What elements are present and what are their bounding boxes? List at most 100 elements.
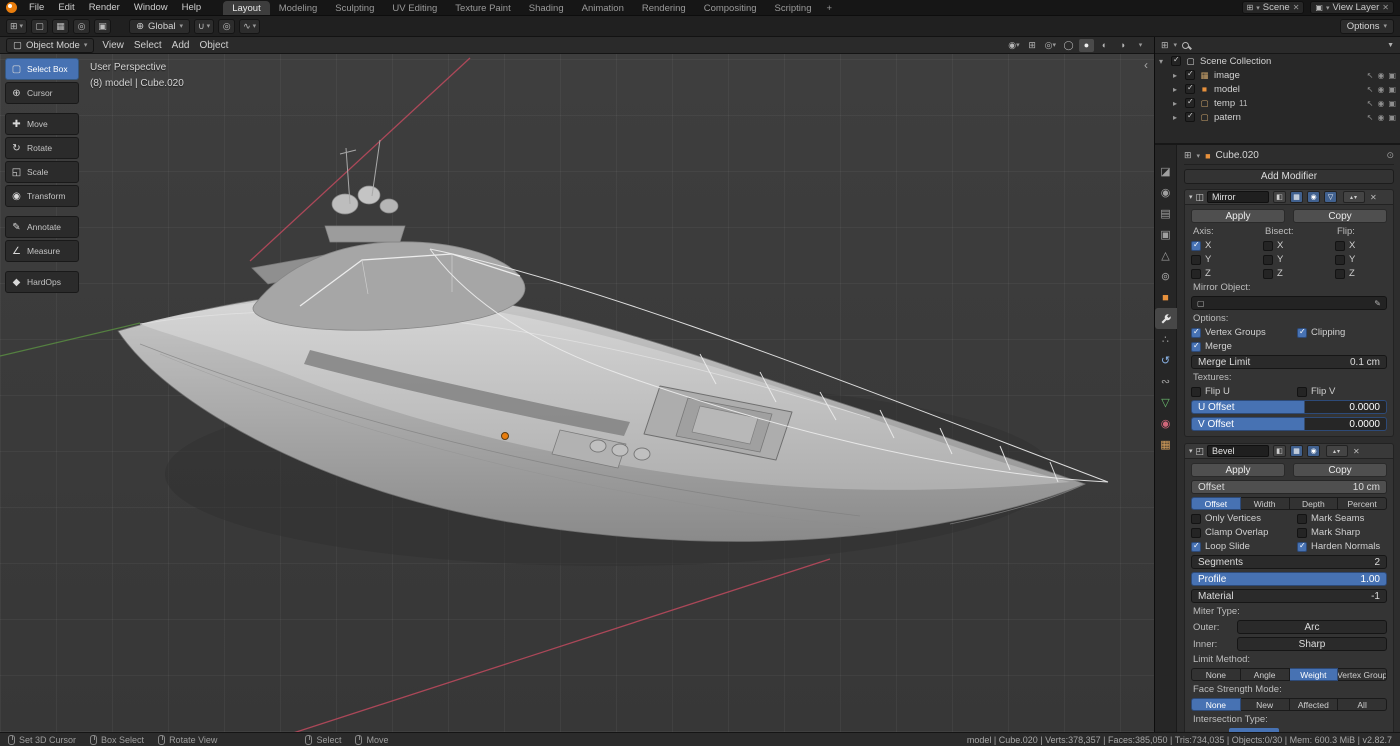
tab-scripting[interactable]: Scripting	[766, 1, 821, 15]
bisect-y-checkbox[interactable]: Y	[1263, 254, 1335, 265]
selectable-icon[interactable]: ↖	[1367, 85, 1374, 94]
collection-checkbox[interactable]	[1185, 98, 1195, 108]
move-modifier-buttons[interactable]: ▴▾	[1343, 191, 1365, 203]
tool-hardops[interactable]: ◆HardOps	[5, 271, 79, 293]
face-strength-affected[interactable]: Affected	[1290, 698, 1339, 711]
selectable-icon[interactable]: ↖	[1367, 113, 1374, 122]
selectable-icon[interactable]: ↖	[1367, 99, 1374, 108]
axis-z-checkbox[interactable]: Z	[1191, 268, 1263, 279]
hide-render-icon[interactable]: ▣	[1388, 71, 1396, 80]
limit-angle[interactable]: Angle	[1241, 668, 1290, 681]
tool-select-box[interactable]: ▢Select Box	[5, 58, 79, 80]
mark-seams-checkbox[interactable]: Mark Seams	[1297, 513, 1387, 524]
editor-type-button[interactable]: ⊞ ▾	[6, 19, 27, 34]
mirror-modifier-header[interactable]: ▾ ◫ Mirror ◧ ▦ ◉ ▽ ▴▾ ✕	[1184, 189, 1394, 205]
tab-modeling[interactable]: Modeling	[270, 1, 327, 15]
tab-scene[interactable]: △	[1155, 245, 1177, 266]
face-strength-new[interactable]: New	[1241, 698, 1290, 711]
modifier-name-field[interactable]: Mirror	[1207, 191, 1269, 203]
viewport-canvas[interactable]: User Perspective (8) model | Cube.020 ‹ …	[0, 54, 1154, 732]
scene-clear-icon[interactable]: ✕	[1293, 3, 1300, 12]
harden-normals-checkbox[interactable]: Harden Normals	[1297, 541, 1387, 552]
editmode-display-toggle[interactable]: ◧	[1273, 445, 1286, 457]
apply-button[interactable]: Apply	[1191, 209, 1285, 223]
vertex-groups-checkbox[interactable]: Vertex Groups	[1191, 327, 1297, 338]
remove-modifier-icon[interactable]: ✕	[1370, 193, 1377, 202]
breadcrumb-object-name[interactable]: Cube.020	[1216, 150, 1259, 161]
menu-file[interactable]: File	[23, 1, 50, 14]
disclosure-icon[interactable]: ▸	[1173, 71, 1181, 80]
width-type-percent[interactable]: Percent	[1338, 497, 1387, 510]
shading-dropdown[interactable]: ▾	[1133, 39, 1148, 52]
bevel-offset-slider[interactable]: Offset 10 cm	[1191, 480, 1387, 494]
tab-compositing[interactable]: Compositing	[695, 1, 766, 15]
move-modifier-buttons[interactable]: ▴▾	[1326, 445, 1348, 457]
merge-checkbox[interactable]: Merge	[1191, 341, 1297, 352]
axis-y-checkbox[interactable]: Y	[1191, 254, 1263, 265]
inner-miter-dropdown[interactable]: Sharp	[1237, 637, 1387, 651]
menu-add[interactable]: Add	[172, 40, 190, 51]
render-display-toggle[interactable]: ◉	[1307, 445, 1320, 457]
outliner-row-patern[interactable]: ▸ ▢ patern ↖ ◉ ▣	[1155, 110, 1400, 124]
tool-move[interactable]: ✚Move	[5, 113, 79, 135]
tab-object-data[interactable]: ▽	[1155, 392, 1177, 413]
remove-modifier-icon[interactable]: ✕	[1353, 447, 1360, 456]
tab-uv-editing[interactable]: UV Editing	[383, 1, 446, 15]
face-strength-none[interactable]: None	[1191, 698, 1241, 711]
mirror-object-field[interactable]: ▢ ✎	[1191, 296, 1387, 310]
tab-rendering[interactable]: Rendering	[633, 1, 695, 15]
menu-window[interactable]: Window	[128, 1, 174, 14]
sidebar-collapse-icon[interactable]: ‹	[1144, 58, 1148, 72]
hide-render-icon[interactable]: ▣	[1388, 85, 1396, 94]
flip-y-checkbox[interactable]: Y	[1335, 254, 1387, 265]
options-dropdown[interactable]: Options ▾	[1340, 19, 1394, 34]
limit-none[interactable]: None	[1191, 668, 1241, 681]
tab-texture-paint[interactable]: Texture Paint	[446, 1, 519, 15]
copy-button[interactable]: Copy	[1293, 209, 1387, 223]
tab-view-layer[interactable]: ▣	[1155, 224, 1177, 245]
limit-weight[interactable]: Weight	[1290, 668, 1339, 681]
scene-selector[interactable]: ⊞ ▾ Scene ✕	[1242, 1, 1305, 14]
render-display-toggle[interactable]: ◉	[1307, 191, 1320, 203]
shading-material-button[interactable]: ◐	[1097, 39, 1112, 52]
u-offset-slider[interactable]: U Offset 0.0000	[1191, 400, 1387, 414]
menu-select[interactable]: Select	[134, 40, 162, 51]
clipping-checkbox[interactable]: Clipping	[1297, 327, 1387, 338]
cage-display-toggle[interactable]: ▽	[1324, 191, 1337, 203]
pin-icon[interactable]: ⊙	[1386, 150, 1394, 161]
profile-slider[interactable]: Profile 1.00	[1191, 572, 1387, 586]
bisect-x-checkbox[interactable]: X	[1263, 240, 1335, 251]
bevel-modifier-header[interactable]: ▾ ◰ Bevel ◧ ▦ ◉ ▴▾ ✕	[1184, 443, 1394, 459]
proportional-edit-button[interactable]: ◎	[218, 19, 235, 34]
collection-checkbox[interactable]	[1171, 56, 1181, 66]
eyedropper-icon[interactable]: ✎	[1374, 299, 1381, 308]
hide-viewport-icon[interactable]: ◉	[1377, 71, 1384, 80]
flip-x-checkbox[interactable]: X	[1335, 240, 1387, 251]
hide-render-icon[interactable]: ▣	[1388, 113, 1396, 122]
editmode-display-toggle[interactable]: ◧	[1273, 191, 1286, 203]
disclosure-icon[interactable]: ▸	[1173, 85, 1181, 94]
tool-transform[interactable]: ◉Transform	[5, 185, 79, 207]
shading-wireframe-button[interactable]: ◯	[1061, 39, 1076, 52]
select-mode-button-4[interactable]: ▣	[94, 19, 111, 34]
disclosure-icon[interactable]: ▸	[1173, 99, 1181, 108]
hide-viewport-icon[interactable]: ◉	[1377, 113, 1384, 122]
select-mode-button-3[interactable]: ◎	[73, 19, 90, 34]
hide-render-icon[interactable]: ▣	[1388, 99, 1396, 108]
tab-output[interactable]: ▤	[1155, 203, 1177, 224]
width-type-width[interactable]: Width	[1241, 497, 1290, 510]
menu-view[interactable]: View	[102, 40, 124, 51]
tab-particles[interactable]: ∴	[1155, 329, 1177, 350]
tab-tool[interactable]: ◪	[1155, 161, 1177, 182]
disclosure-icon[interactable]: ▾	[1159, 57, 1167, 66]
filter-icon[interactable]: ▼	[1387, 42, 1394, 49]
tool-rotate[interactable]: ↻Rotate	[5, 137, 79, 159]
tab-world[interactable]: ⊚	[1155, 266, 1177, 287]
outliner-row-scene-collection[interactable]: ▾ ▢ Scene Collection	[1155, 54, 1400, 68]
flip-u-checkbox[interactable]: Flip U	[1191, 386, 1297, 397]
hide-viewport-icon[interactable]: ◉	[1377, 85, 1384, 94]
select-mode-button-1[interactable]: ▢	[31, 19, 48, 34]
tab-sculpting[interactable]: Sculpting	[326, 1, 383, 15]
collection-checkbox[interactable]	[1185, 112, 1195, 122]
menu-render[interactable]: Render	[83, 1, 126, 14]
